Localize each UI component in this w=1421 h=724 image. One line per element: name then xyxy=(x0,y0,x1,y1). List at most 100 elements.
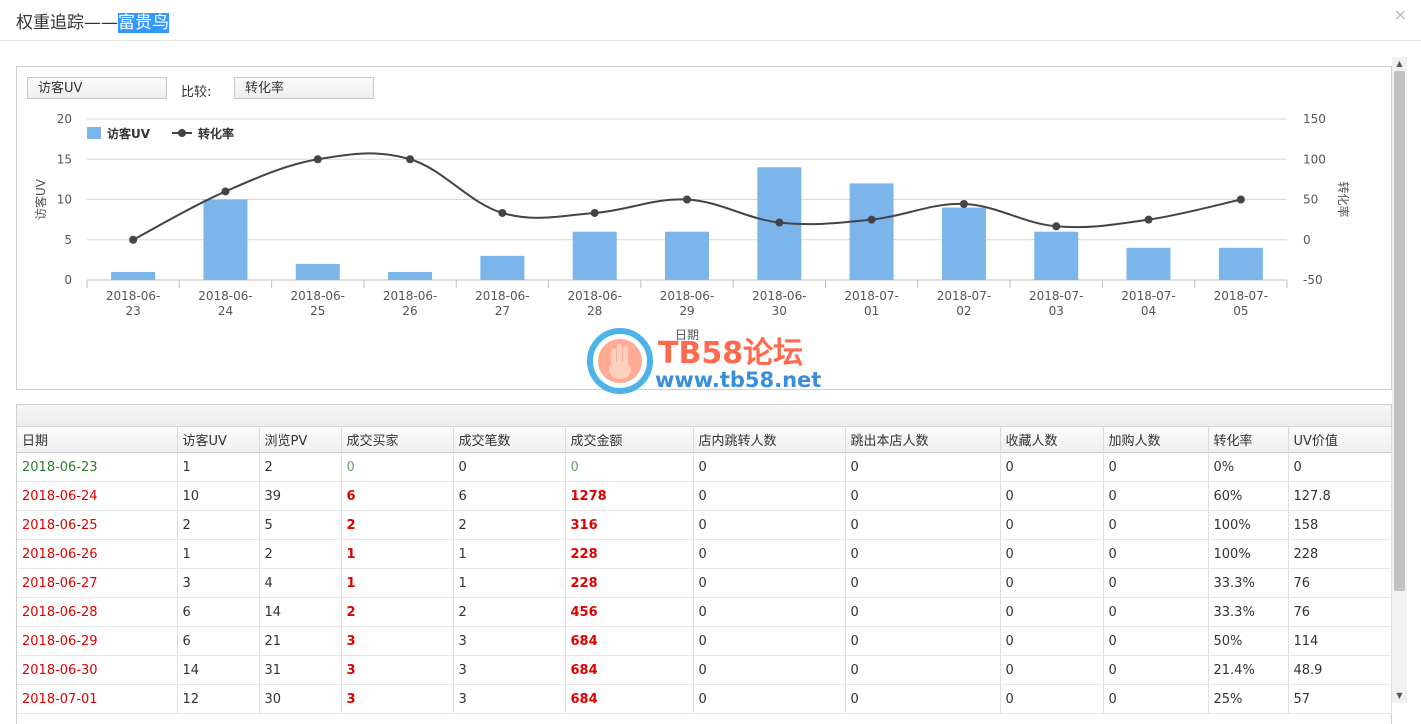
table-cell: 127.8 xyxy=(1288,481,1392,511)
column-header[interactable]: UV价值 xyxy=(1288,427,1392,453)
table-cell: 3 xyxy=(453,655,566,685)
table-cell: 2018-06-30 xyxy=(17,655,178,685)
column-header[interactable]: 收藏人数 xyxy=(1000,427,1104,453)
column-header[interactable]: 跳出本店人数 xyxy=(845,427,1001,453)
table-cell: 0 xyxy=(693,510,846,540)
x-tick-label: 02 xyxy=(956,304,971,318)
line-point xyxy=(1052,222,1061,231)
table-cell: 6 xyxy=(177,626,260,656)
table-cell: 3 xyxy=(453,626,566,656)
line-point xyxy=(129,235,138,244)
table-cell: 1 xyxy=(177,452,260,482)
x-tick-label: 2018-06- xyxy=(567,289,621,303)
table-cell: 0 xyxy=(1000,684,1104,714)
y-right-tick-label: -50 xyxy=(1303,273,1323,287)
table-cell: 100% xyxy=(1208,510,1289,540)
table-cell: 10 xyxy=(177,481,260,511)
combo-chart: 05101520-50050100150访客UV 转化率日期2018-06-232… xyxy=(33,112,1351,342)
line-point xyxy=(683,195,691,204)
table-cell: 5 xyxy=(259,510,342,540)
table-cell: 2018-07-01 xyxy=(17,684,178,714)
y-left-tick-label: 15 xyxy=(57,152,72,166)
table-cell: 76 xyxy=(1288,568,1392,598)
column-header[interactable]: 加购人数 xyxy=(1103,427,1209,453)
line-point xyxy=(406,155,415,164)
table-cell: 1 xyxy=(341,568,454,598)
scroll-up-icon[interactable]: ▲ xyxy=(1392,57,1407,71)
table-cell: 21.4% xyxy=(1208,655,1289,685)
table-cell: 0 xyxy=(1000,568,1104,598)
table-cell: 1278 xyxy=(565,481,694,511)
y-left-tick-label: 0 xyxy=(64,273,72,287)
scroll-down-icon[interactable]: ▼ xyxy=(1392,689,1407,703)
table-cell: 3 xyxy=(177,568,260,598)
x-tick-label: 2018-07- xyxy=(937,289,991,303)
x-tick-label: 05 xyxy=(1233,304,1248,318)
table-cell: 0 xyxy=(845,510,1001,540)
table-cell: 3 xyxy=(341,655,454,685)
bar xyxy=(1034,231,1079,280)
table-cell: 0 xyxy=(693,626,846,656)
table-cell: 0 xyxy=(1103,655,1209,685)
table-cell: 228 xyxy=(565,568,694,598)
column-header[interactable]: 成交买家 xyxy=(341,427,454,453)
y-right-tick-label: 0 xyxy=(1303,233,1311,247)
x-tick-label: 25 xyxy=(310,304,325,318)
table-cell: 57 xyxy=(1288,684,1392,714)
bar xyxy=(1218,247,1263,280)
table-cell: 2018-06-29 xyxy=(17,626,178,656)
scroll-thumb[interactable] xyxy=(1394,71,1405,591)
table-cell: 21 xyxy=(259,626,342,656)
y-right-tick-label: 150 xyxy=(1303,112,1326,126)
line-point xyxy=(1144,215,1153,224)
x-tick-label: 24 xyxy=(218,304,233,318)
line-point xyxy=(221,187,230,196)
table-row: 2018-06-27 3 4 1 1 228 0 0 0 0 33.3% 76 xyxy=(17,568,1392,598)
x-tick-label: 23 xyxy=(126,304,141,318)
table-cell: 0 xyxy=(1288,452,1392,482)
table-cell: 0 xyxy=(1000,452,1104,482)
close-icon[interactable]: × xyxy=(1394,5,1407,24)
table-cell: 3 xyxy=(341,684,454,714)
table-cell: 0 xyxy=(1000,539,1104,569)
line-point xyxy=(1236,195,1245,204)
x-tick-label: 2018-06- xyxy=(383,289,437,303)
table-cell: 14 xyxy=(177,655,260,685)
table-cell: 0 xyxy=(693,452,846,482)
table-cell: 0 xyxy=(1103,568,1209,598)
vertical-scrollbar[interactable]: ▲ ▼ xyxy=(1392,57,1407,703)
legend-label: 转化率 xyxy=(198,126,234,141)
column-header[interactable]: 浏览PV xyxy=(259,427,342,453)
table-cell: 114 xyxy=(1288,626,1392,656)
table-body: 2018-06-23 1 2 0 0 0 0 0 0 0 0% 0 2018-06-24 10 39 6 6 12… xyxy=(17,452,1392,714)
table-cell: 60% xyxy=(1208,481,1289,511)
table-cell: 33.3% xyxy=(1208,568,1289,598)
column-header[interactable]: 成交金额 xyxy=(565,427,694,453)
column-header[interactable]: 访客UV xyxy=(177,427,260,453)
legend-label: 访客UV xyxy=(107,126,151,141)
table-cell: 0 xyxy=(845,597,1001,627)
table-cell: 0 xyxy=(845,481,1001,511)
bar xyxy=(572,231,617,280)
x-tick-label: 2018-07- xyxy=(1214,289,1268,303)
table-cell: 100% xyxy=(1208,539,1289,569)
table-cell: 0 xyxy=(453,452,566,482)
column-header[interactable]: 日期 xyxy=(17,427,178,453)
column-header[interactable]: 转化率 xyxy=(1208,427,1289,453)
table-cell: 0 xyxy=(845,452,1001,482)
x-tick-label: 2018-06- xyxy=(660,289,714,303)
table-header-row: 日期 访客UV 浏览PV 成交买家 成交笔数 成交金额 店内跳转人数 跳出本店人数 收藏人数 加购… xyxy=(17,427,1392,453)
bar xyxy=(111,271,156,280)
table-cell: 0 xyxy=(693,655,846,685)
table-cell: 0 xyxy=(1103,452,1209,482)
table-row: 2018-06-26 1 2 1 1 228 0 0 0 0 100% 228 xyxy=(17,539,1392,569)
table-cell: 2018-06-24 xyxy=(17,481,178,511)
x-tick-label: 2018-06- xyxy=(752,289,806,303)
y-right-tick-label: 100 xyxy=(1303,152,1326,166)
y-left-tick-label: 5 xyxy=(64,233,72,247)
column-header[interactable]: 成交笔数 xyxy=(453,427,566,453)
table-cell: 0 xyxy=(1000,626,1104,656)
table-cell: 2 xyxy=(453,510,566,540)
x-tick-label: 30 xyxy=(772,304,787,318)
column-header[interactable]: 店内跳转人数 xyxy=(693,427,846,453)
